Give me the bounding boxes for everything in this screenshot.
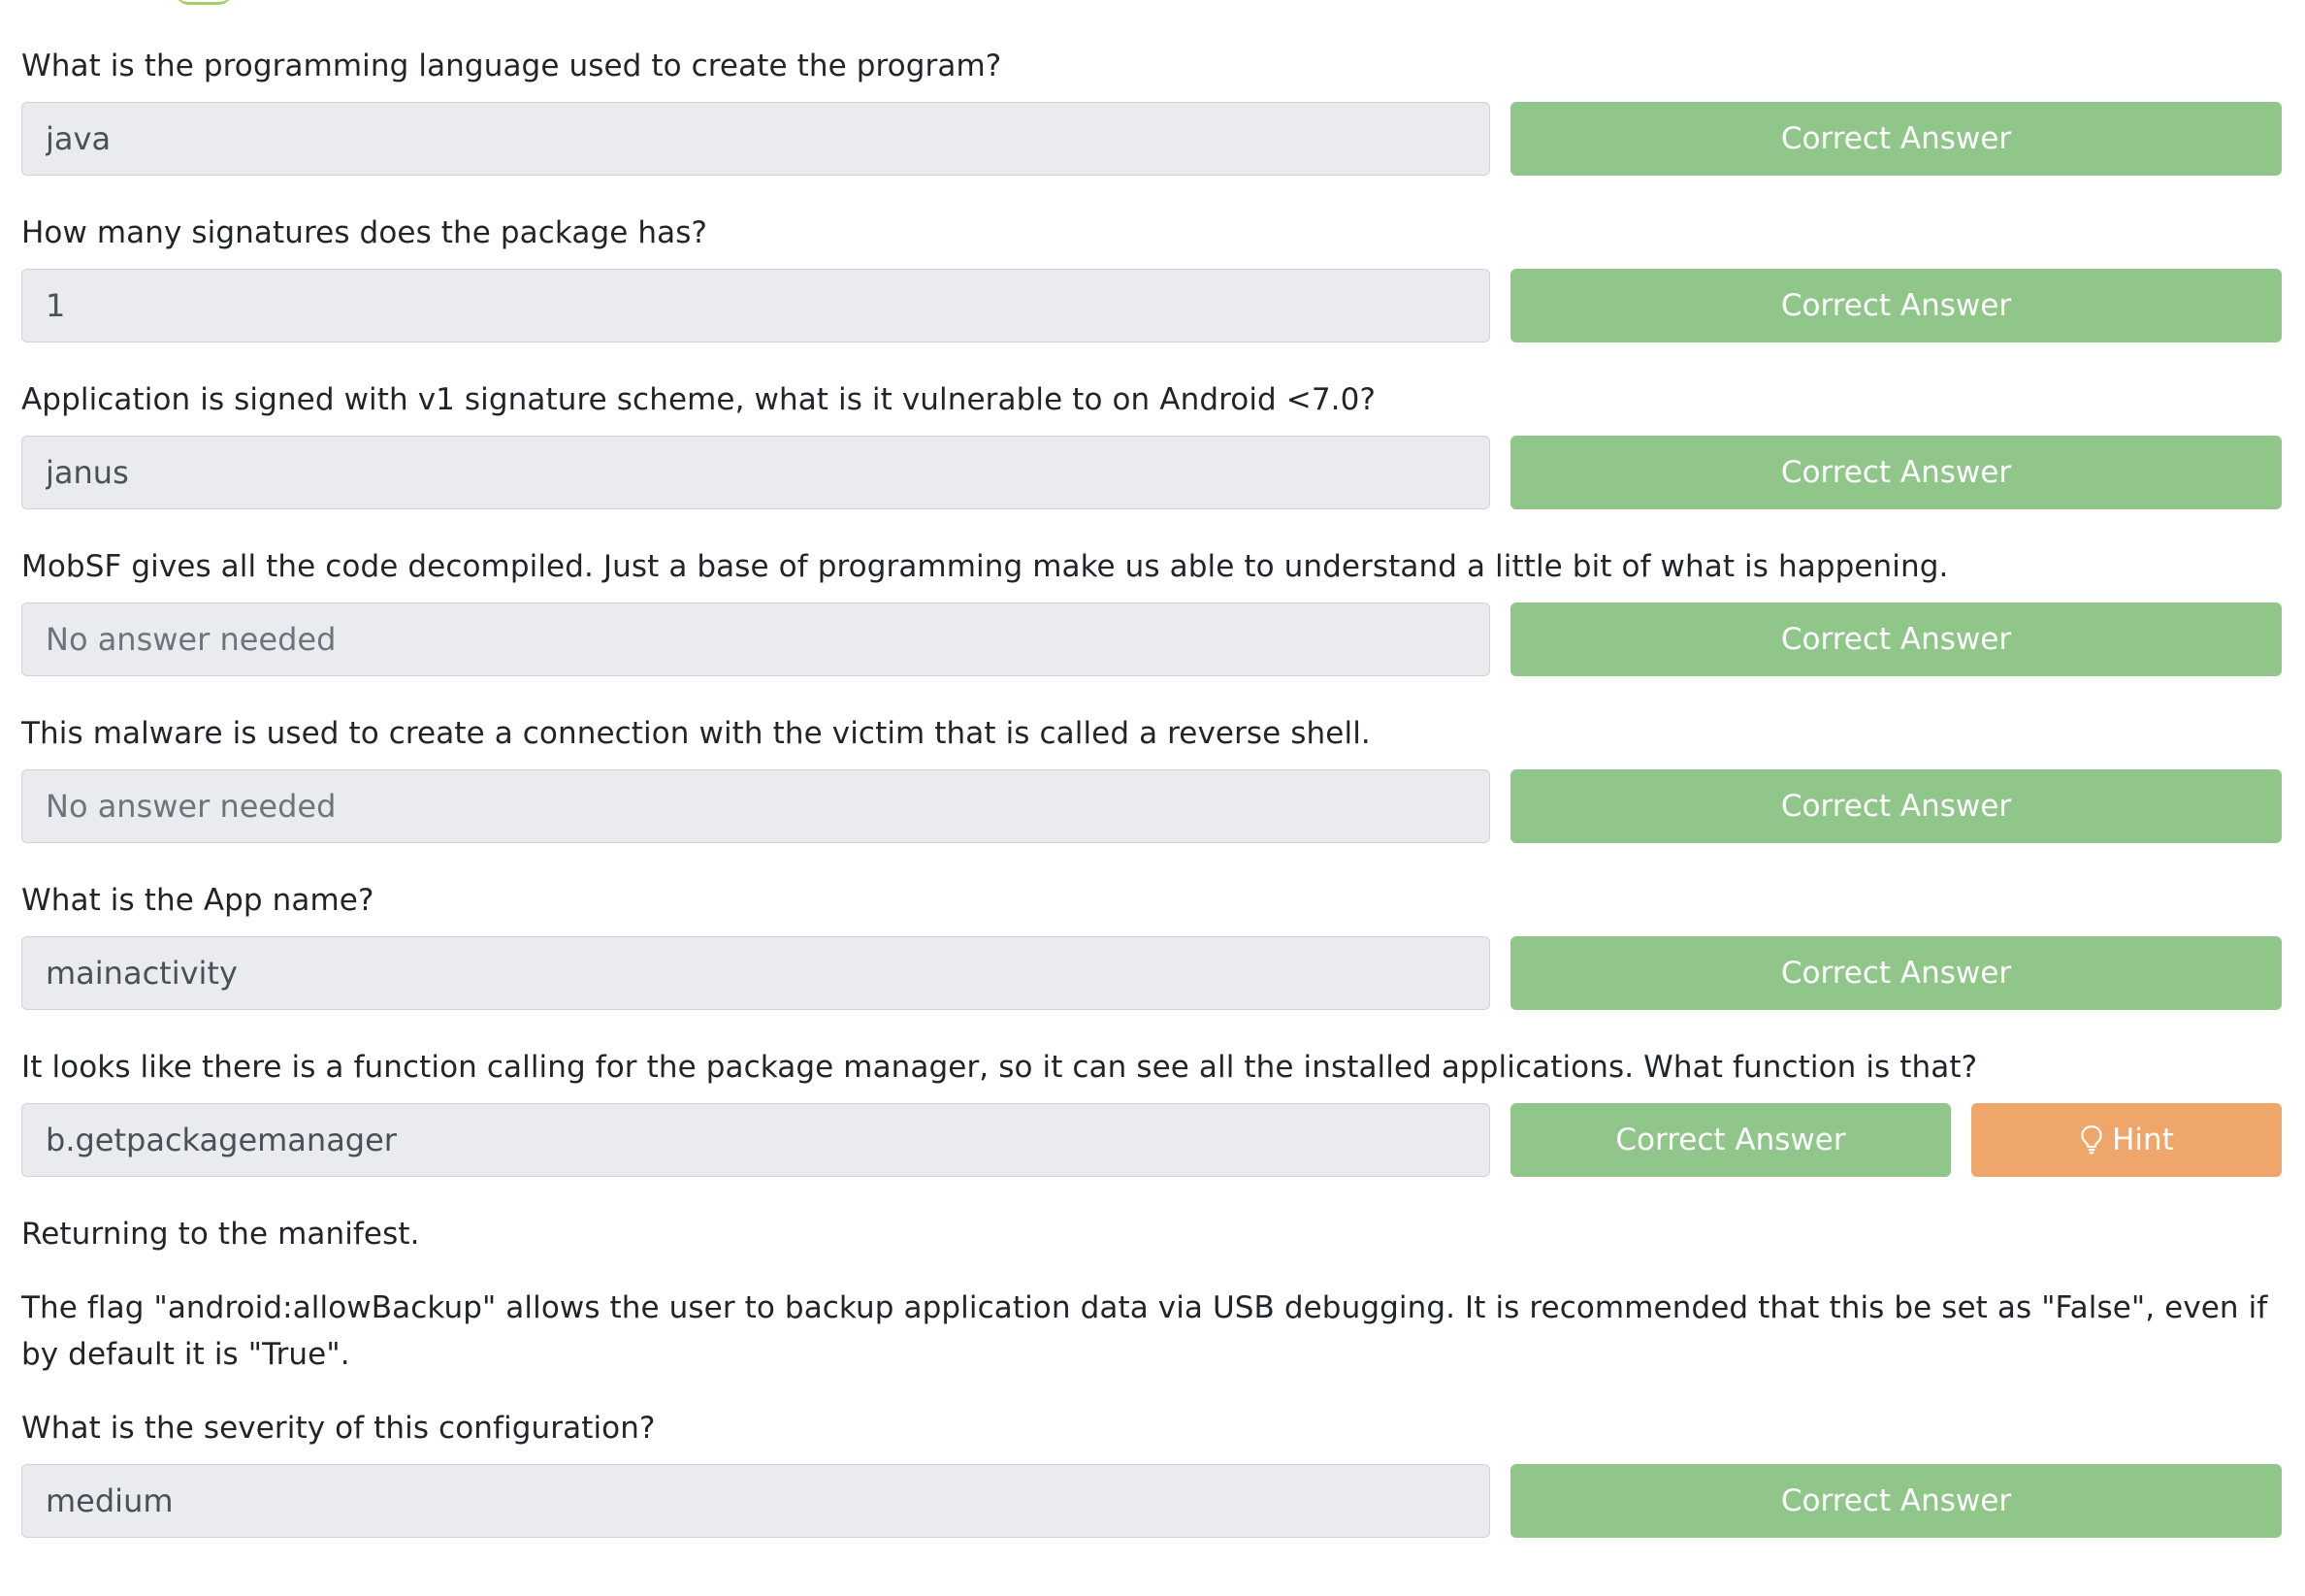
correct-answer-button[interactable]: Correct Answer — [1510, 769, 2282, 843]
header-accent — [175, 0, 233, 5]
correct-answer-button[interactable]: Correct Answer — [1510, 1464, 2282, 1538]
answer-input[interactable] — [21, 769, 1490, 843]
answer-row: Correct Answer Hint — [21, 1103, 2282, 1177]
answer-input[interactable] — [21, 603, 1490, 676]
answer-input[interactable] — [21, 269, 1490, 342]
answer-input[interactable] — [21, 1464, 1490, 1538]
correct-answer-button[interactable]: Correct Answer — [1510, 603, 2282, 676]
answer-row: Correct Answer — [21, 436, 2282, 509]
answer-row: Correct Answer — [21, 603, 2282, 676]
answer-row: Correct Answer — [21, 1464, 2282, 1538]
correct-answer-button[interactable]: Correct Answer — [1510, 269, 2282, 342]
correct-answer-button[interactable]: Correct Answer — [1510, 436, 2282, 509]
answer-row: Correct Answer — [21, 769, 2282, 843]
question-list: What is the programming language used to… — [21, 43, 2282, 1572]
answer-row: Correct Answer — [21, 269, 2282, 342]
question-prompt: This malware is used to create a connect… — [21, 716, 1371, 751]
question-prompt: What is the App name? — [21, 883, 374, 918]
section-text: The flag "android:allowBackup" allows th… — [21, 1290, 2268, 1372]
question-prompt: It looks like there is a function callin… — [21, 1050, 1978, 1085]
answer-input[interactable] — [21, 936, 1490, 1010]
section-text: Returning to the manifest. — [21, 1217, 420, 1252]
correct-answer-button[interactable]: Correct Answer — [1510, 936, 2282, 1010]
correct-answer-button[interactable]: Correct Answer — [1510, 1103, 1951, 1177]
answer-row: Correct Answer — [21, 936, 2282, 1010]
question-prompt: How many signatures does the package has… — [21, 215, 708, 250]
question-prompt: Application is signed with v1 signature … — [21, 382, 1376, 417]
hint-label: Hint — [2112, 1123, 2174, 1157]
answer-row: Correct Answer — [21, 102, 2282, 176]
question-prompt: What is the severity of this configurati… — [21, 1411, 656, 1446]
question-prompt: MobSF gives all the code decompiled. Jus… — [21, 549, 1949, 584]
answer-input[interactable] — [21, 1103, 1490, 1177]
answer-input[interactable] — [21, 102, 1490, 176]
answer-input[interactable] — [21, 436, 1490, 509]
hint-button[interactable]: Hint — [1971, 1103, 2282, 1177]
correct-answer-button[interactable]: Correct Answer — [1510, 102, 2282, 176]
lightbulb-icon — [2081, 1125, 2102, 1155]
question-prompt: What is the programming language used to… — [21, 49, 1002, 83]
